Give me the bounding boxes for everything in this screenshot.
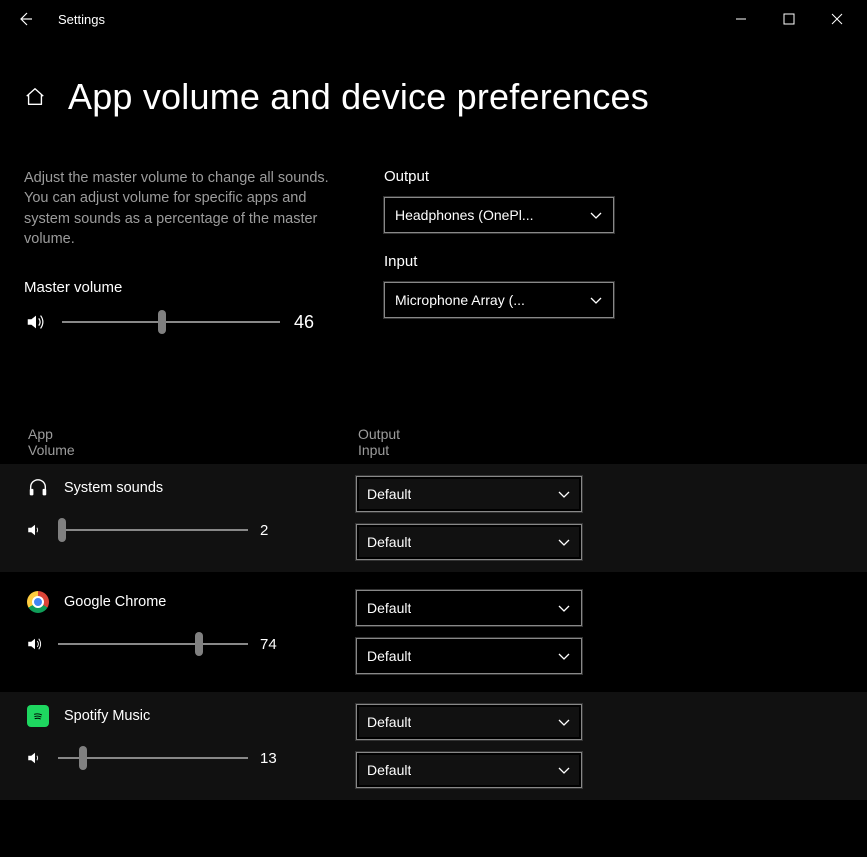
home-icon — [24, 86, 46, 108]
chevron-down-icon — [557, 649, 571, 663]
app-output-select[interactable]: Default — [356, 476, 582, 512]
app-row: System sounds 2 Default Default — [0, 464, 867, 572]
app-volume-slider[interactable] — [58, 518, 248, 542]
app-input-select[interactable]: Default — [356, 524, 582, 560]
chevron-down-icon — [557, 535, 571, 549]
app-name: Spotify Music — [64, 708, 150, 724]
input-label: Input — [384, 253, 614, 270]
page-header: App volume and device preferences — [0, 38, 867, 118]
input-select-value: Microphone Array (... — [395, 292, 525, 308]
app-row: Google Chrome 74 Default Default — [0, 578, 867, 686]
back-button[interactable] — [10, 11, 40, 27]
volume-icon — [26, 635, 44, 653]
close-icon — [831, 13, 843, 25]
chrome-icon — [27, 591, 49, 613]
app-output-value: Default — [367, 486, 411, 502]
minimize-button[interactable] — [731, 13, 751, 25]
app-input-value: Default — [367, 648, 411, 664]
app-name: Google Chrome — [64, 594, 166, 610]
arrow-left-icon — [17, 11, 33, 27]
titlebar: Settings — [0, 0, 867, 38]
master-volume-slider[interactable] — [62, 310, 280, 334]
volume-icon — [26, 521, 44, 539]
app-volume-value: 13 — [260, 750, 300, 767]
app-output-value: Default — [367, 714, 411, 730]
description-text: Adjust the master volume to change all s… — [24, 168, 334, 249]
app-icon — [26, 590, 50, 614]
app-volume-value: 2 — [260, 522, 300, 539]
chevron-down-icon — [557, 601, 571, 615]
column-header-output: Output — [358, 426, 400, 442]
app-speaker-icon[interactable] — [26, 635, 46, 653]
chevron-down-icon — [557, 487, 571, 501]
chevron-down-icon — [557, 715, 571, 729]
column-header-app: App — [28, 426, 358, 442]
volume-icon — [26, 749, 44, 767]
app-output-value: Default — [367, 600, 411, 616]
chevron-down-icon — [557, 763, 571, 777]
app-row: Spotify Music 13 Default Default — [0, 692, 867, 800]
app-volume-slider[interactable] — [58, 746, 248, 770]
input-select[interactable]: Microphone Array (... — [384, 282, 614, 318]
app-input-value: Default — [367, 534, 411, 550]
app-speaker-icon[interactable] — [26, 521, 46, 539]
home-button[interactable] — [24, 86, 46, 108]
close-button[interactable] — [827, 13, 847, 25]
app-input-select[interactable]: Default — [356, 638, 582, 674]
output-label: Output — [384, 168, 614, 185]
app-volume-value: 74 — [260, 636, 300, 653]
app-name: System sounds — [64, 480, 163, 496]
page-title: App volume and device preferences — [68, 76, 649, 118]
chevron-down-icon — [589, 208, 603, 222]
chevron-down-icon — [589, 293, 603, 307]
maximize-icon — [783, 13, 795, 25]
output-select-value: Headphones (OnePl... — [395, 207, 534, 223]
app-input-select[interactable]: Default — [356, 752, 582, 788]
volume-icon — [25, 311, 47, 333]
master-volume-label: Master volume — [24, 279, 334, 296]
app-icon — [26, 476, 50, 500]
master-volume-value: 46 — [294, 312, 334, 333]
app-output-select[interactable]: Default — [356, 590, 582, 626]
column-header-input: Input — [358, 442, 400, 458]
spotify-icon — [27, 705, 49, 727]
output-select[interactable]: Headphones (OnePl... — [384, 197, 614, 233]
column-header-volume: Volume — [28, 442, 358, 458]
app-speaker-icon[interactable] — [26, 749, 46, 767]
app-output-select[interactable]: Default — [356, 704, 582, 740]
app-icon — [26, 704, 50, 728]
app-volume-slider[interactable] — [58, 632, 248, 656]
minimize-icon — [735, 13, 747, 25]
headphones-icon — [27, 477, 49, 499]
app-input-value: Default — [367, 762, 411, 778]
speaker-icon[interactable] — [24, 311, 48, 333]
window-title: Settings — [58, 12, 731, 27]
maximize-button[interactable] — [779, 13, 799, 25]
